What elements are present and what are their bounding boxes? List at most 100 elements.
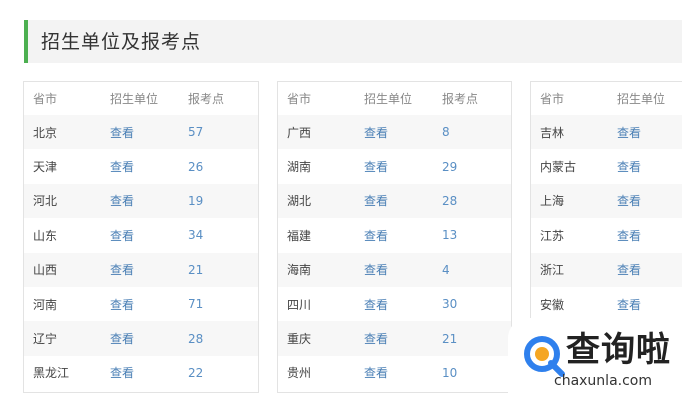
province-name: 北京 xyxy=(33,125,58,140)
province-name: 湖北 xyxy=(287,194,312,209)
table-row: 四川 查看 30 xyxy=(278,287,511,321)
view-units-link[interactable]: 查看 xyxy=(617,218,641,252)
exam-point-count[interactable]: 21 xyxy=(188,253,203,287)
exam-point-count[interactable]: 57 xyxy=(188,115,203,149)
column-header-points: 报考点 xyxy=(188,92,225,106)
view-units-link[interactable]: 查看 xyxy=(617,253,641,287)
exam-point-count[interactable]: 28 xyxy=(188,321,203,355)
table-row: 辽宁 查看 28 xyxy=(24,321,258,356)
table-row: 湖南 查看 29 xyxy=(278,149,511,183)
view-units-link[interactable]: 查看 xyxy=(364,115,388,149)
view-units-link[interactable]: 查看 xyxy=(364,321,388,355)
table-row: 湖北 查看 28 xyxy=(278,183,511,219)
view-units-link[interactable]: 查看 xyxy=(364,218,388,252)
exam-point-count[interactable]: 8 xyxy=(442,115,450,149)
province-name: 安徽 xyxy=(540,297,565,312)
province-name: 辽宁 xyxy=(33,332,58,347)
province-name: 湖南 xyxy=(287,160,312,175)
view-units-link[interactable]: 查看 xyxy=(110,149,134,183)
view-units-link[interactable]: 查看 xyxy=(364,287,388,321)
table-row: 海南 查看 4 xyxy=(278,252,511,287)
province-name: 上海 xyxy=(540,194,565,209)
exam-point-count[interactable]: 26 xyxy=(188,149,203,183)
table-row: 福建 查看 13 xyxy=(278,218,511,252)
province-name: 福建 xyxy=(287,228,312,243)
exam-point-count[interactable]: 34 xyxy=(188,218,203,252)
watermark: 查询啦 chaxunla.com xyxy=(508,318,682,410)
exam-point-count[interactable]: 10 xyxy=(442,356,457,390)
exam-point-count[interactable]: 22 xyxy=(188,356,203,390)
table-row: 黑龙江 查看 22 xyxy=(24,356,258,390)
view-units-link[interactable]: 查看 xyxy=(364,356,388,390)
table-row: 重庆 查看 21 xyxy=(278,321,511,356)
province-name: 重庆 xyxy=(287,332,312,347)
exam-point-count[interactable]: 13 xyxy=(442,218,457,252)
province-name: 天津 xyxy=(33,160,58,175)
province-table-1: 省市 招生单位 报考点 北京 查看 57 天津 查看 26 河北 查看 19 山… xyxy=(23,81,259,393)
province-name: 河南 xyxy=(33,297,58,312)
table-header-row: 省市 招生单位 报考点 xyxy=(278,82,511,115)
view-units-link[interactable]: 查看 xyxy=(617,115,641,149)
province-name: 山西 xyxy=(33,263,58,278)
view-units-link[interactable]: 查看 xyxy=(617,149,641,183)
table-row: 安徽 查看 xyxy=(531,287,682,321)
column-header-points: 报考点 xyxy=(442,92,479,106)
watermark-domain: chaxunla.com xyxy=(554,373,652,389)
column-header-province: 省市 xyxy=(287,92,312,106)
table-row: 内蒙古 查看 xyxy=(531,149,682,183)
view-units-link[interactable]: 查看 xyxy=(364,184,388,218)
table-row: 贵州 查看 10 xyxy=(278,356,511,390)
view-units-link[interactable]: 查看 xyxy=(617,287,641,321)
province-name: 贵州 xyxy=(287,366,312,381)
province-name: 吉林 xyxy=(540,125,565,140)
exam-point-count[interactable]: 4 xyxy=(442,253,450,287)
view-units-link[interactable]: 查看 xyxy=(617,184,641,218)
table-row: 河北 查看 19 xyxy=(24,183,258,219)
view-units-link[interactable]: 查看 xyxy=(110,321,134,355)
exam-point-count[interactable]: 29 xyxy=(442,149,457,183)
province-name: 河北 xyxy=(33,194,58,209)
view-units-link[interactable]: 查看 xyxy=(110,115,134,149)
province-name: 广西 xyxy=(287,125,312,140)
column-header-unit: 招生单位 xyxy=(364,92,413,106)
table-row: 浙江 查看 xyxy=(531,252,682,287)
province-table-2: 省市 招生单位 报考点 广西 查看 8 湖南 查看 29 湖北 查看 28 福建… xyxy=(277,81,512,393)
province-name: 四川 xyxy=(287,297,312,312)
table-header-row: 省市 招生单位 xyxy=(531,82,682,115)
province-name: 海南 xyxy=(287,263,312,278)
view-units-link[interactable]: 查看 xyxy=(110,356,134,390)
exam-point-count[interactable]: 19 xyxy=(188,184,203,218)
exam-point-count[interactable]: 71 xyxy=(188,287,203,321)
province-name: 江苏 xyxy=(540,228,565,243)
table-row: 山东 查看 34 xyxy=(24,218,258,252)
exam-point-count[interactable]: 21 xyxy=(442,321,457,355)
view-units-link[interactable]: 查看 xyxy=(110,253,134,287)
view-units-link[interactable]: 查看 xyxy=(110,218,134,252)
watermark-brand: 查询啦 xyxy=(566,330,671,370)
column-header-province: 省市 xyxy=(33,92,58,106)
table-row: 江苏 查看 xyxy=(531,218,682,252)
table-header-row: 省市 招生单位 报考点 xyxy=(24,82,258,115)
table-row: 北京 查看 57 xyxy=(24,115,258,150)
table-row: 河南 查看 71 xyxy=(24,287,258,321)
table-row: 上海 查看 xyxy=(531,183,682,219)
column-header-unit: 招生单位 xyxy=(110,92,159,106)
view-units-link[interactable]: 查看 xyxy=(364,253,388,287)
section-title: 招生单位及报考点 xyxy=(41,31,202,53)
column-header-unit: 招生单位 xyxy=(617,92,666,106)
column-header-province: 省市 xyxy=(540,92,565,106)
province-name: 山东 xyxy=(33,228,58,243)
exam-point-count[interactable]: 30 xyxy=(442,287,457,321)
table-row: 山西 查看 21 xyxy=(24,252,258,287)
province-name: 黑龙江 xyxy=(33,366,70,381)
view-units-link[interactable]: 查看 xyxy=(364,149,388,183)
view-units-link[interactable]: 查看 xyxy=(110,287,134,321)
province-name: 浙江 xyxy=(540,263,565,278)
table-row: 吉林 查看 xyxy=(531,115,682,150)
view-units-link[interactable]: 查看 xyxy=(110,184,134,218)
section-header: 招生单位及报考点 xyxy=(24,20,682,63)
exam-point-count[interactable]: 28 xyxy=(442,184,457,218)
table-row: 广西 查看 8 xyxy=(278,115,511,150)
magnifier-logo-icon xyxy=(524,336,565,377)
table-row: 天津 查看 26 xyxy=(24,149,258,183)
